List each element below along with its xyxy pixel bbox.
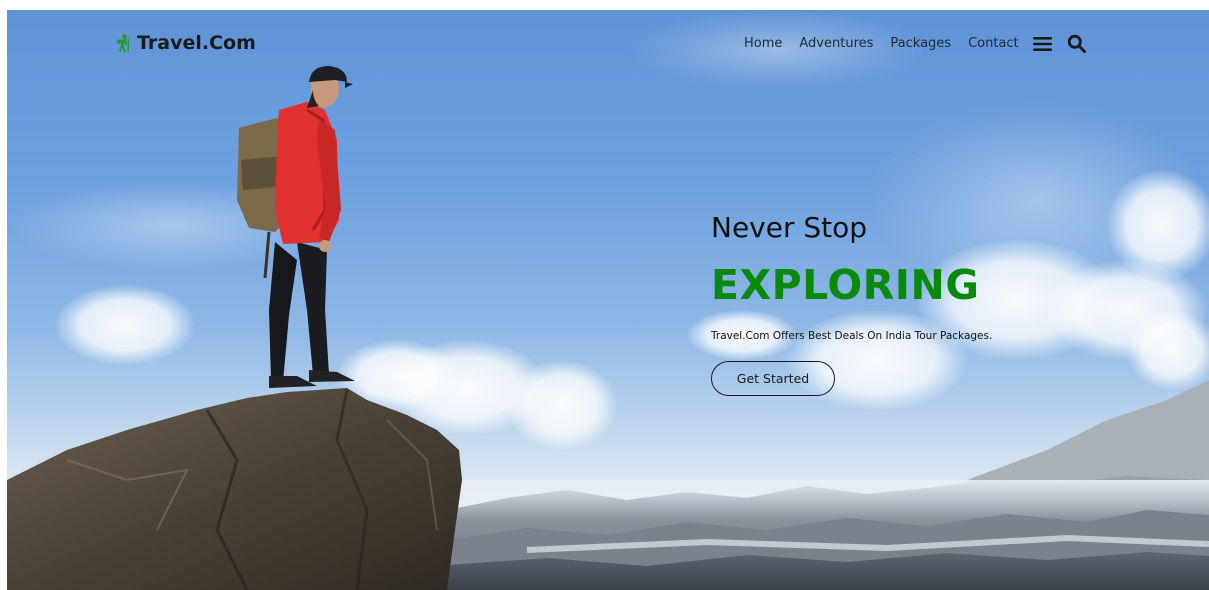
nav-link-contact[interactable]: Contact: [968, 36, 1019, 51]
nav-link-adventures[interactable]: Adventures: [799, 36, 873, 51]
hiker-icon: [115, 33, 131, 53]
hamburger-icon[interactable]: [1032, 36, 1052, 52]
get-started-button[interactable]: Get Started: [711, 361, 835, 396]
search-icon[interactable]: [1067, 34, 1086, 53]
hero-section: Travel.Com Home Adventures Packages Cont…: [7, 10, 1209, 590]
nav-link-packages[interactable]: Packages: [890, 36, 951, 51]
brand-name: Travel.Com: [137, 32, 256, 54]
nav-link-home[interactable]: Home: [744, 36, 782, 51]
hero-subtitle: Never Stop: [711, 211, 868, 244]
main-nav: Home Adventures Packages Contact: [744, 34, 1086, 53]
hero-content: Never Stop EXPLORING Travel.Com Offers B…: [711, 209, 1131, 396]
hero-description: Travel.Com Offers Best Deals On India To…: [711, 330, 993, 342]
hero-title: EXPLORING: [711, 261, 980, 309]
brand-logo[interactable]: Travel.Com: [115, 32, 256, 54]
